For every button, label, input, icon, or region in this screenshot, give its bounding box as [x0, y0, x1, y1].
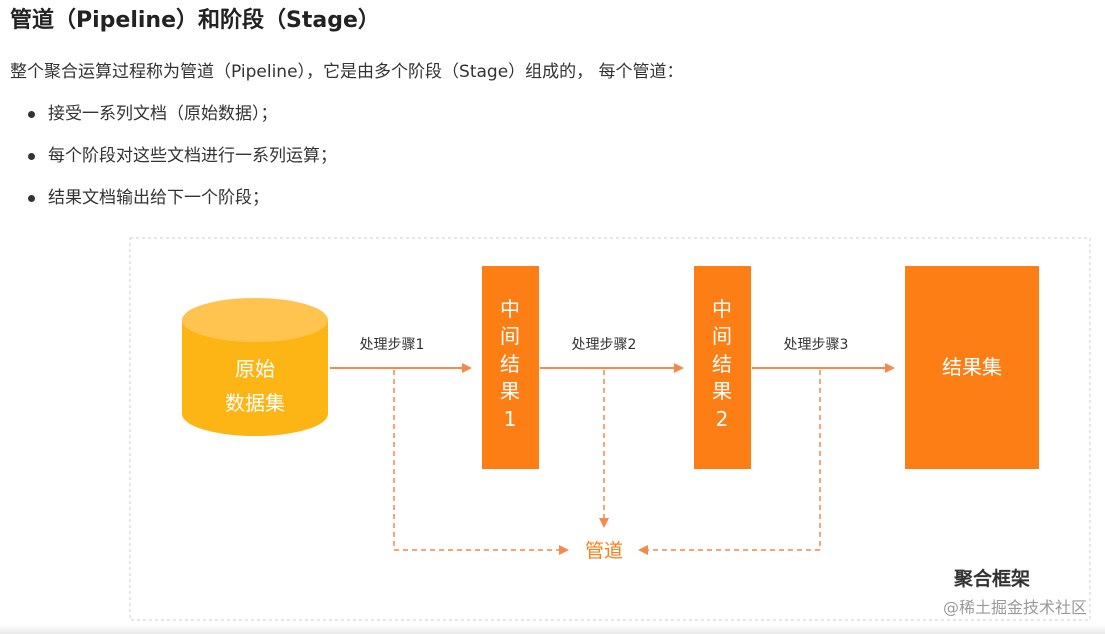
source-label-line2: 数据集	[225, 391, 285, 415]
intermediate-result-2-box: 中 间 结 果 2	[694, 266, 751, 469]
watermark: @稀土掘金技术社区	[942, 598, 1087, 617]
pipeline-label: 管道	[585, 540, 623, 562]
intermediate2-char: 结	[712, 352, 732, 376]
intermediate2-char: 果	[712, 379, 732, 403]
intermediate1-char: 间	[500, 324, 520, 348]
result-set-box: 结果集	[905, 266, 1039, 469]
aggregation-framework-label: 聚合框架	[953, 567, 1030, 590]
intermediate2-char: 中	[712, 297, 732, 321]
step-1-label: 处理步骤1	[360, 337, 425, 353]
intermediate2-char: 2	[716, 407, 729, 431]
result-set-label: 结果集	[942, 355, 1002, 379]
pipeline-dashed-connectors	[393, 370, 821, 555]
step-3-label: 处理步骤3	[784, 337, 849, 353]
intermediate-result-1-box: 中 间 结 果 1	[482, 266, 539, 469]
intermediate2-char: 间	[712, 324, 732, 348]
intermediate1-char: 果	[500, 379, 520, 403]
pipeline-diagram: 原始 数据集 中 间 结 果 1 中 间 结 果 2 结果集 处理步骤1 处理步…	[129, 237, 1091, 621]
step-2-label: 处理步骤2	[572, 337, 637, 353]
intermediate1-char: 结	[500, 352, 520, 376]
source-dataset-cylinder: 原始 数据集	[182, 298, 328, 436]
intermediate1-char: 1	[504, 407, 517, 431]
source-label-line1: 原始	[235, 357, 275, 381]
bottom-edge-shadow	[0, 624, 1105, 634]
intermediate1-char: 中	[500, 297, 520, 321]
